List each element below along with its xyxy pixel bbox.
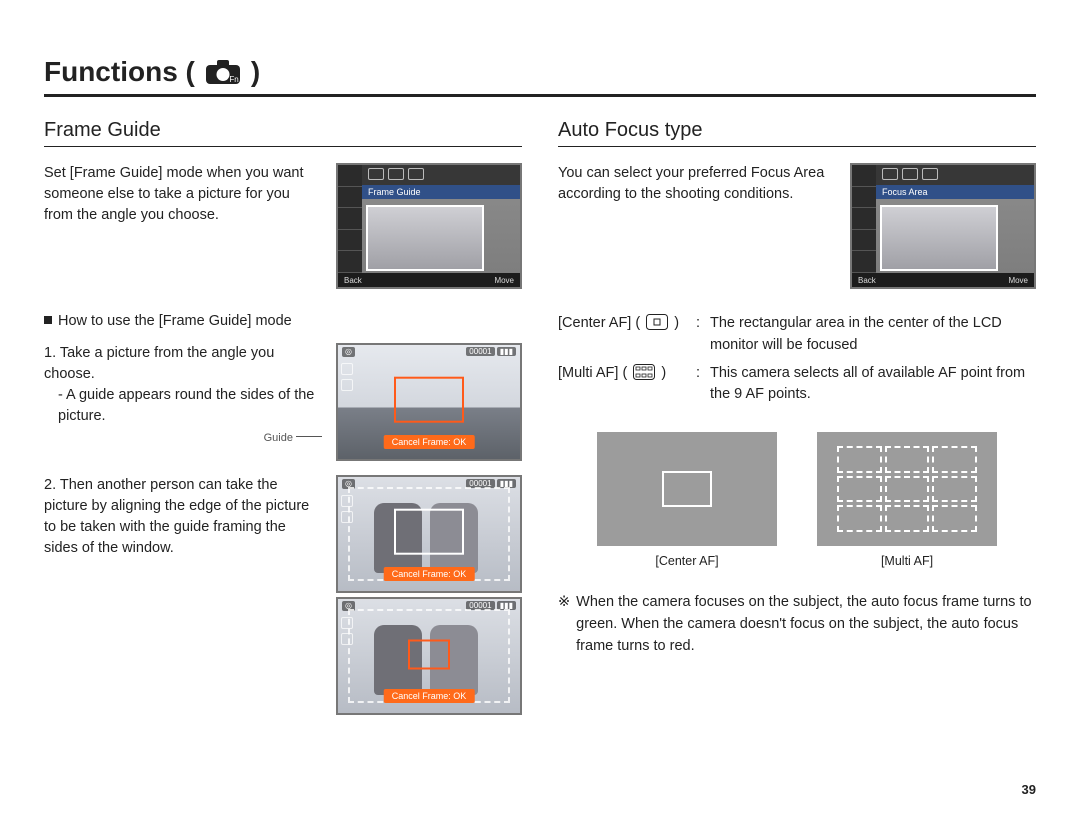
guide-annotation: Guide <box>264 432 293 444</box>
focus-note-text: When the camera focuses on the subject, … <box>576 592 1036 657</box>
multi-af-caption: [Multi AF] <box>817 554 997 568</box>
howto-heading: How to use the [Frame Guide] mode <box>44 313 522 329</box>
multi-af-desc: This camera selects all of available AF … <box>710 363 1036 407</box>
step2-screenshot-a: ◎ 00001 ▮▮▮ Cancel Frame: OK <box>336 475 522 593</box>
focus-area-menu-screenshot: Focus Area Back Move <box>850 163 1036 289</box>
center-af-icon <box>646 314 668 338</box>
autofocus-intro: You can select your preferred Focus Area… <box>558 163 836 205</box>
page-title-row: Functions ( Fn ) <box>44 56 1036 97</box>
menu-move-label: Move <box>494 276 514 285</box>
multi-af-icon <box>633 364 655 388</box>
menu-back-label: Back <box>344 276 362 285</box>
page-number: 39 <box>1022 782 1036 797</box>
autofocus-heading: Auto Focus type <box>558 119 1036 147</box>
frame-counter: 00001 <box>466 347 494 356</box>
step1-text: 1. Take a picture from the angle you cho… <box>44 343 322 385</box>
page-title: Functions ( <box>44 56 195 88</box>
note-mark-icon: ※ <box>558 592 570 657</box>
step1-sub: - A guide appears round the sides of the… <box>44 385 322 427</box>
step2-screenshot-b: ◎ 00001 ▮▮▮ Cancel Frame: OK <box>336 597 522 715</box>
left-column: Frame Guide Set [Frame Guide] mode when … <box>44 119 522 729</box>
multi-af-diagram: [Multi AF] <box>817 432 997 568</box>
frame-guide-heading: Frame Guide <box>44 119 522 147</box>
page-title-close: ) <box>251 56 260 88</box>
cancel-frame-bar: Cancel Frame: OK <box>384 435 475 449</box>
center-af-caption: [Center AF] <box>597 554 777 568</box>
menu-label-focus-area: Focus Area <box>876 185 1034 199</box>
focus-note: ※ When the camera focuses on the subject… <box>558 592 1036 657</box>
af-definitions: [Center AF] ( ) : The rectangular area i… <box>558 313 1036 406</box>
right-column: Auto Focus type You can select your pref… <box>558 119 1036 729</box>
center-af-desc: The rectangular area in the center of th… <box>710 313 1036 357</box>
step2-text: 2. Then another person can take the pict… <box>44 475 322 559</box>
camera-fn-icon: Fn <box>205 59 241 85</box>
center-af-diagram: [Center AF] <box>597 432 777 568</box>
svg-text:Fn: Fn <box>229 75 238 84</box>
frame-guide-intro: Set [Frame Guide] mode when you want som… <box>44 163 322 226</box>
menu-label-frame-guide: Frame Guide <box>362 185 520 199</box>
battery-icon: ▮▮▮ <box>497 347 516 356</box>
camera-mode-icon: ◎ <box>342 347 355 357</box>
frame-guide-menu-screenshot: Frame Guide Back Move <box>336 163 522 289</box>
step1-screenshot: ◎ 00001 ▮▮▮ Cancel Frame: OK <box>336 343 522 461</box>
